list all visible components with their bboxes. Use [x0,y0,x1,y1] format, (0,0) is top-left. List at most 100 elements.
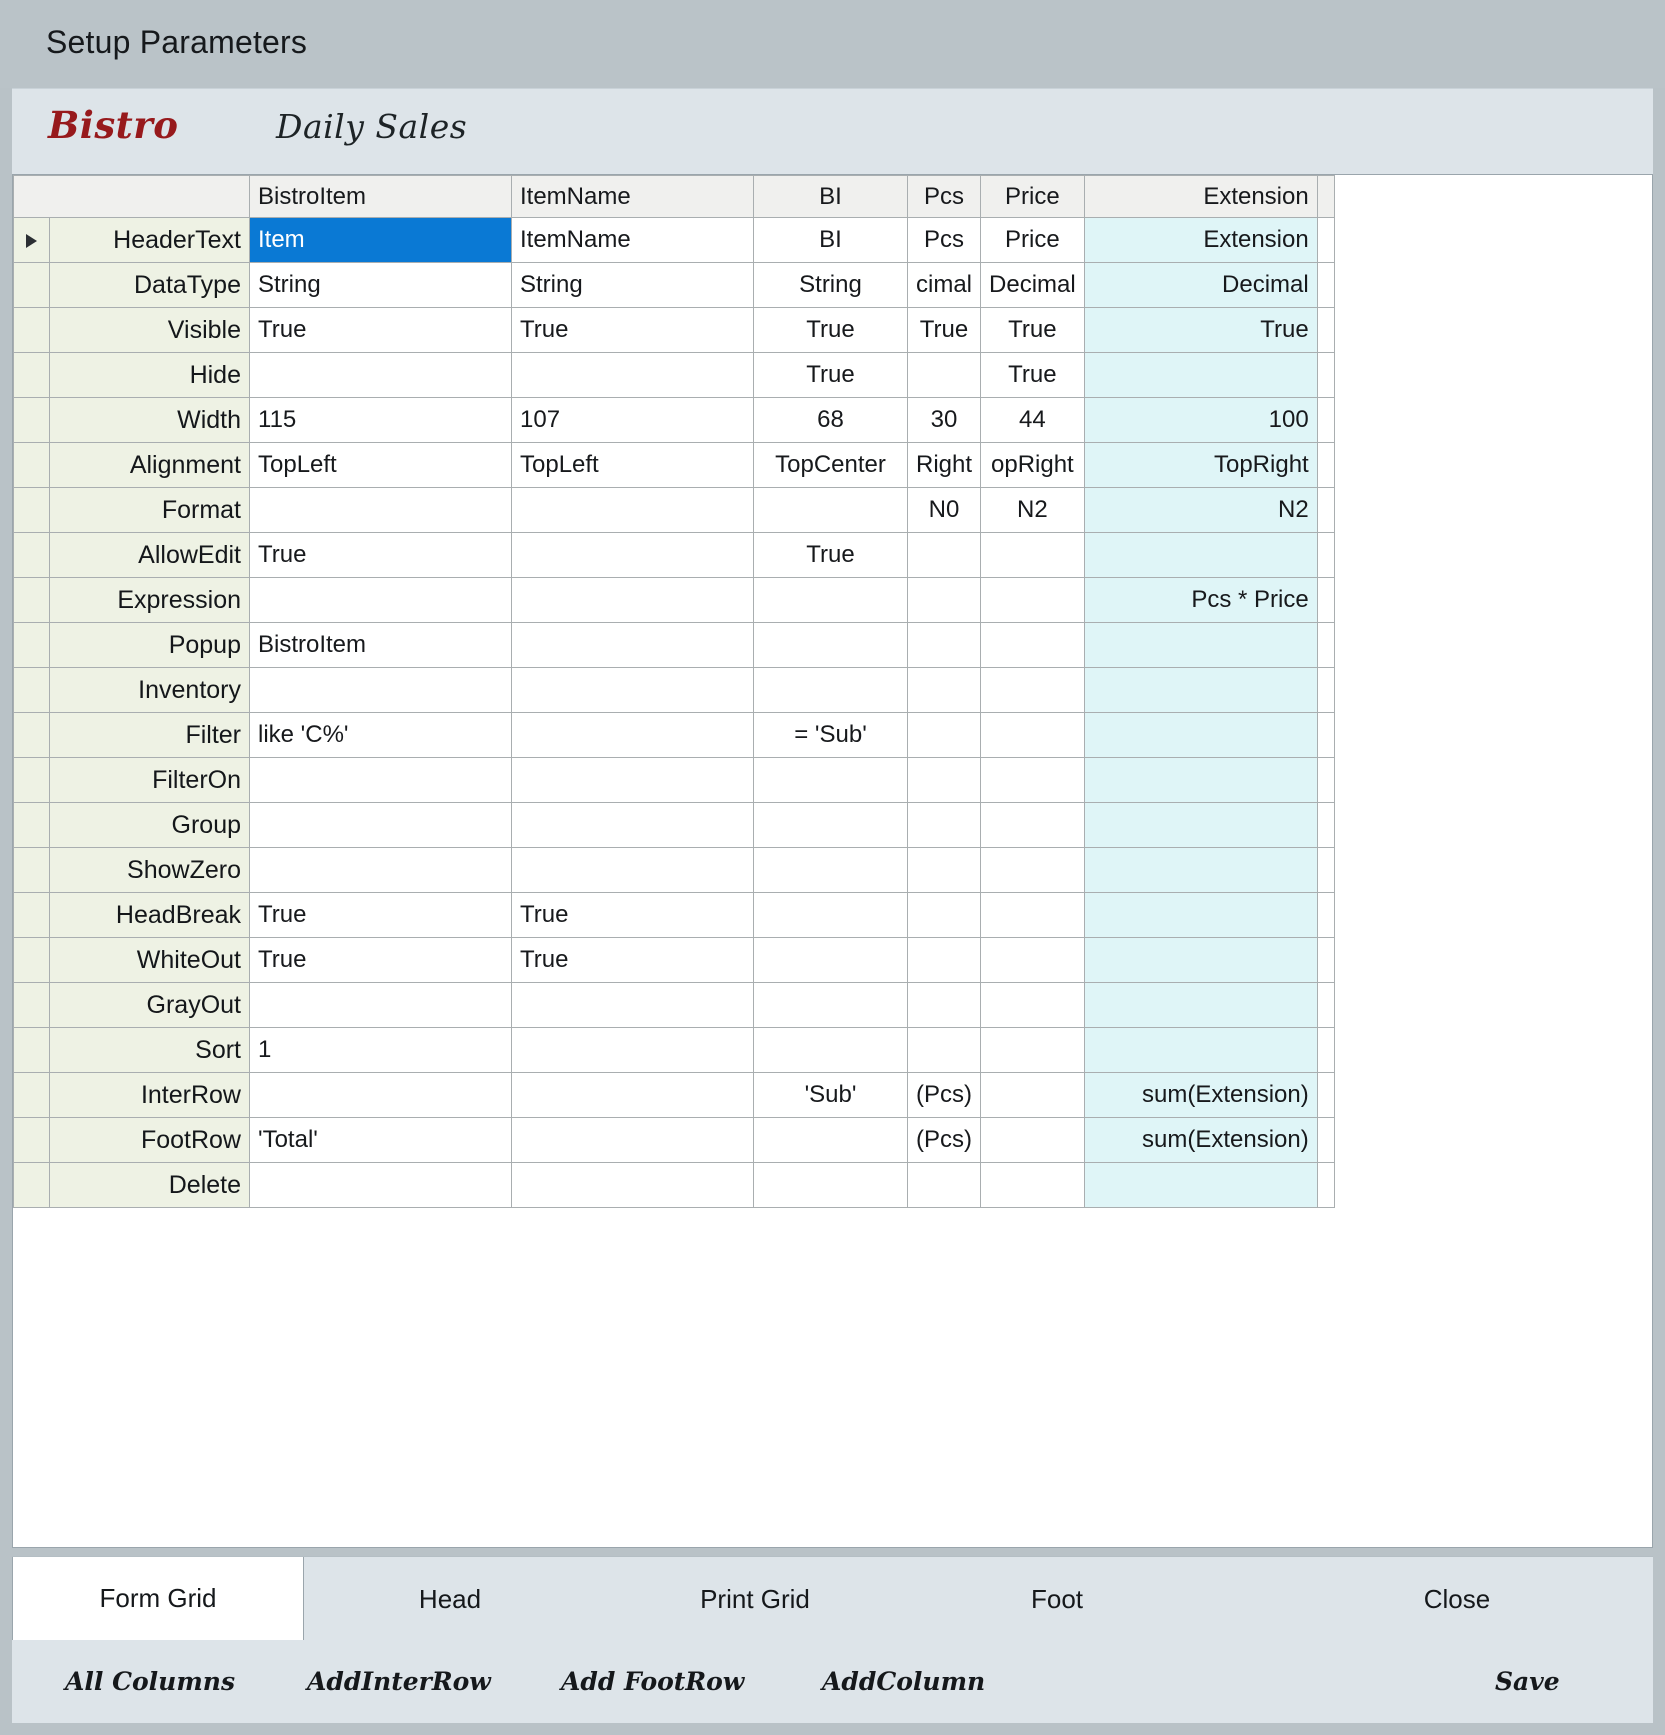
cell-datatype-bistroitem[interactable]: String [250,263,512,308]
cell-grayout-bistroitem[interactable] [250,983,512,1028]
row-header-expression[interactable]: Expression [50,578,250,623]
cell-group-bi[interactable] [754,803,908,848]
table-row[interactable]: Group [14,803,1335,848]
table-row[interactable]: Delete [14,1163,1335,1208]
table-row[interactable]: HeaderTextItemItemNameBIPcsPriceExtensio… [14,218,1335,263]
cell-whiteout-extension[interactable] [1084,938,1317,983]
cell-group-itemname[interactable] [512,803,754,848]
cell-width-price[interactable]: 44 [981,398,1085,443]
table-row[interactable]: Inventory [14,668,1335,713]
cell-inventory-itemname[interactable] [512,668,754,713]
action-add-footrow[interactable]: Add FootRow [561,1640,744,1723]
cell-popup-bi[interactable] [754,623,908,668]
cell-filteron-bistroitem[interactable] [250,758,512,803]
cell-whiteout-price[interactable] [981,938,1085,983]
row-selector[interactable] [14,1118,50,1163]
cell-group-price[interactable] [981,803,1085,848]
cell-filter-itemname[interactable] [512,713,754,758]
cell-hide-extension[interactable] [1084,353,1317,398]
cell-sort-bi[interactable] [754,1028,908,1073]
cell-popup-price[interactable] [981,623,1085,668]
row-header-sort[interactable]: Sort [50,1028,250,1073]
cell-footrow-itemname[interactable] [512,1118,754,1163]
cell-footrow-pcs[interactable]: (Pcs) [908,1118,981,1163]
row-header-headbreak[interactable]: HeadBreak [50,893,250,938]
row-header-format[interactable]: Format [50,488,250,533]
cell-filteron-bi[interactable] [754,758,908,803]
row-selector[interactable] [14,623,50,668]
cell-alignment-price[interactable]: opRight [981,443,1085,488]
cell-footrow-price[interactable] [981,1118,1085,1163]
cell-interrow-pcs[interactable]: (Pcs) [908,1073,981,1118]
cell-alignment-itemname[interactable]: TopLeft [512,443,754,488]
cell-whiteout-bistroitem[interactable]: True [250,938,512,983]
cell-whiteout-bi[interactable] [754,938,908,983]
cell-datatype-price[interactable]: Decimal [981,263,1085,308]
cell-interrow-bi[interactable]: 'Sub' [754,1073,908,1118]
cell-format-extension[interactable]: N2 [1084,488,1317,533]
cell-delete-price[interactable] [981,1163,1085,1208]
cell-headertext-itemname[interactable]: ItemName [512,218,754,263]
row-selector[interactable] [14,893,50,938]
cell-sort-itemname[interactable] [512,1028,754,1073]
cell-alignment-bistroitem[interactable]: TopLeft [250,443,512,488]
table-row[interactable]: FormatN0N2N2 [14,488,1335,533]
row-header-allowedit[interactable]: AllowEdit [50,533,250,578]
cell-sort-extension[interactable] [1084,1028,1317,1073]
column-header-bistroitem[interactable]: BistroItem [250,176,512,218]
cell-visible-extension[interactable]: True [1084,308,1317,353]
cell-delete-bi[interactable] [754,1163,908,1208]
table-row[interactable]: WhiteOutTrueTrue [14,938,1335,983]
cell-headertext-pcs[interactable]: Pcs [908,218,981,263]
cell-showzero-price[interactable] [981,848,1085,893]
cell-filter-bistroitem[interactable]: like 'C%' [250,713,512,758]
cell-interrow-extension[interactable]: sum(Extension) [1084,1073,1317,1118]
column-header-pcs[interactable]: Pcs [908,176,981,218]
cell-visible-pcs[interactable]: True [908,308,981,353]
table-row[interactable]: ShowZero [14,848,1335,893]
cell-inventory-pcs[interactable] [908,668,981,713]
cell-visible-bi[interactable]: True [754,308,908,353]
cell-visible-bistroitem[interactable]: True [250,308,512,353]
cell-inventory-bi[interactable] [754,668,908,713]
table-row[interactable]: PopupBistroItem [14,623,1335,668]
column-header-price[interactable]: Price [981,176,1085,218]
cell-delete-extension[interactable] [1084,1163,1317,1208]
row-header-alignment[interactable]: Alignment [50,443,250,488]
cell-filteron-price[interactable] [981,758,1085,803]
cell-showzero-bi[interactable] [754,848,908,893]
row-header-filter[interactable]: Filter [50,713,250,758]
cell-alignment-extension[interactable]: TopRight [1084,443,1317,488]
row-selector[interactable] [14,308,50,353]
table-row[interactable]: AllowEditTrueTrue [14,533,1335,578]
cell-headertext-bistroitem[interactable]: Item [250,218,512,263]
cell-showzero-itemname[interactable] [512,848,754,893]
cell-sort-bistroitem[interactable]: 1 [250,1028,512,1073]
cell-allowedit-itemname[interactable] [512,533,754,578]
row-selector[interactable] [14,1028,50,1073]
cell-showzero-pcs[interactable] [908,848,981,893]
action-all-columns[interactable]: All Columns [65,1640,235,1723]
cell-hide-bi[interactable]: True [754,353,908,398]
row-selector[interactable] [14,263,50,308]
row-header-popup[interactable]: Popup [50,623,250,668]
cell-delete-pcs[interactable] [908,1163,981,1208]
cell-hide-bistroitem[interactable] [250,353,512,398]
cell-headbreak-bi[interactable] [754,893,908,938]
cell-width-pcs[interactable]: 30 [908,398,981,443]
table-row[interactable]: HeadBreakTrueTrue [14,893,1335,938]
cell-headertext-price[interactable]: Price [981,218,1085,263]
cell-datatype-pcs[interactable]: cimal [908,263,981,308]
row-header-filteron[interactable]: FilterOn [50,758,250,803]
row-selector[interactable] [14,803,50,848]
cell-grayout-itemname[interactable] [512,983,754,1028]
cell-grayout-pcs[interactable] [908,983,981,1028]
cell-footrow-bistroitem[interactable]: 'Total' [250,1118,512,1163]
cell-interrow-bistroitem[interactable] [250,1073,512,1118]
cell-hide-itemname[interactable] [512,353,754,398]
row-header-width[interactable]: Width [50,398,250,443]
row-selector[interactable] [14,938,50,983]
row-selector[interactable] [14,848,50,893]
cell-filteron-extension[interactable] [1084,758,1317,803]
table-row[interactable]: AlignmentTopLeftTopLeftTopCenterRightopR… [14,443,1335,488]
